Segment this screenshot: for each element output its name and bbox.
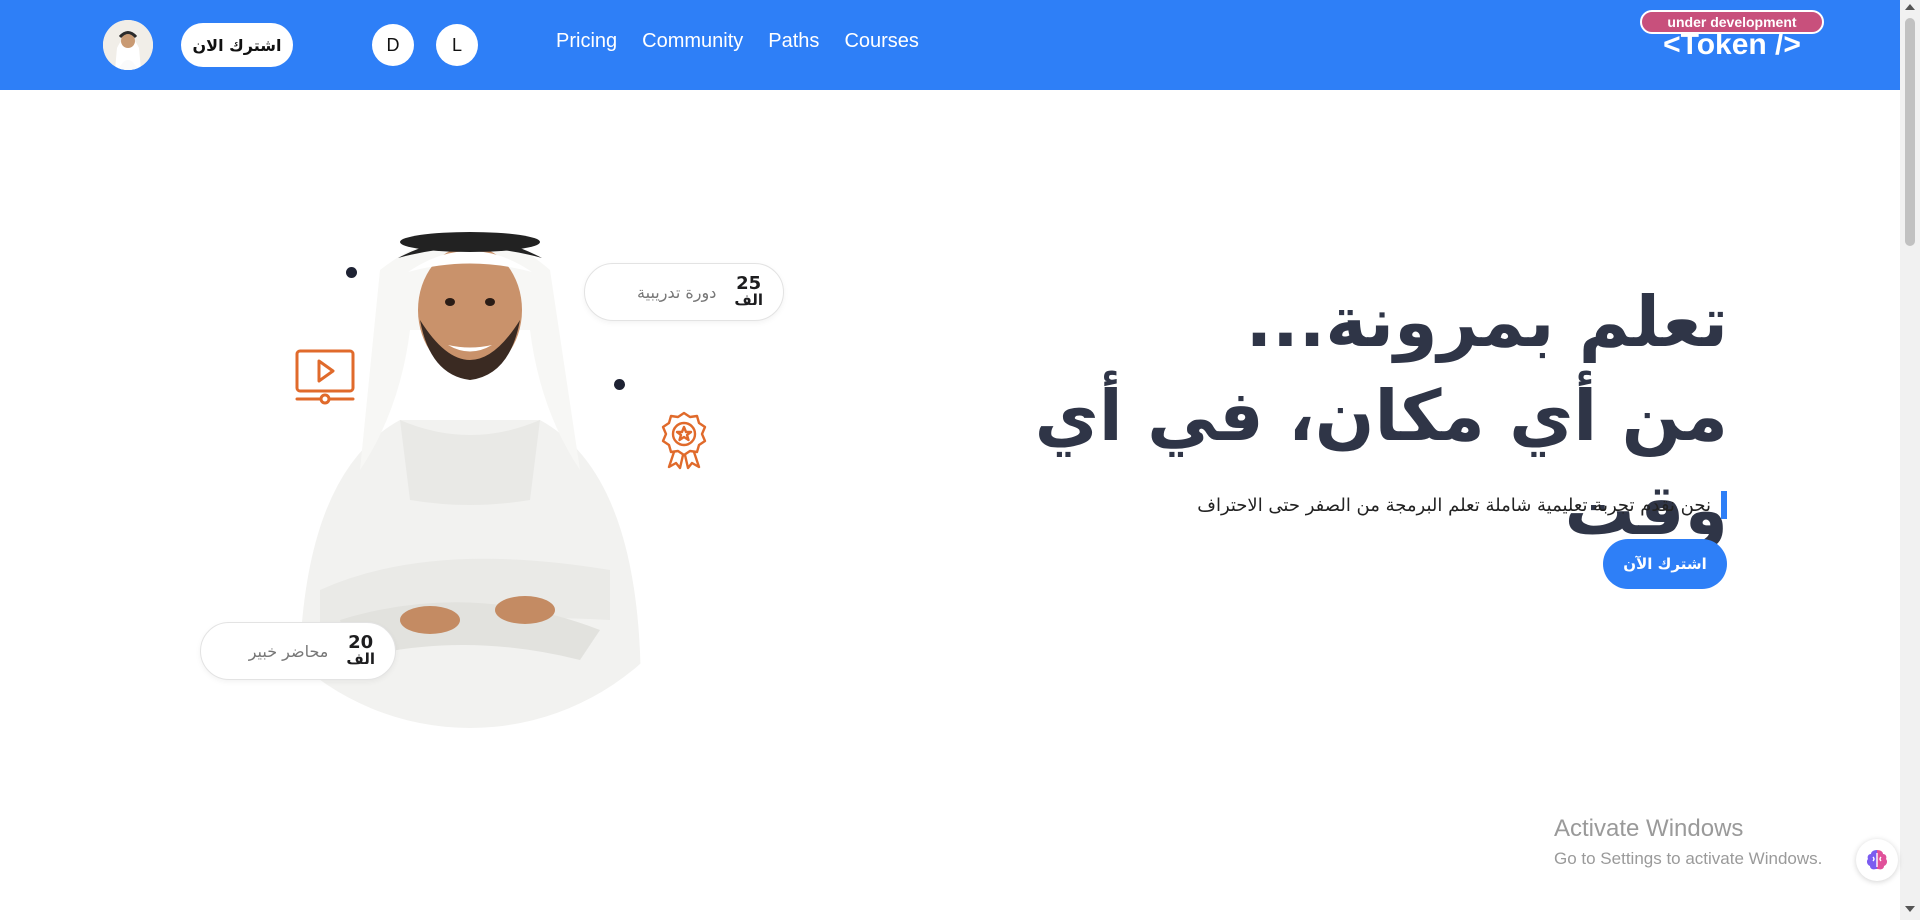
hero-title-line1: تعلم بمرونة... — [1245, 281, 1728, 363]
scroll-up-arrow[interactable] — [1905, 4, 1915, 10]
decor-dot — [614, 379, 625, 390]
nav-community[interactable]: Community — [642, 30, 743, 53]
user-avatar[interactable] — [103, 20, 153, 70]
light-mode-toggle[interactable]: L — [436, 24, 478, 66]
logo[interactable]: <Token /> — [1640, 28, 1824, 62]
navbar: اشترك الان D L Pricing Community Paths C… — [0, 0, 1900, 90]
award-badge-icon — [659, 410, 709, 474]
nav-pricing[interactable]: Pricing — [556, 30, 617, 53]
stat-card-courses: 25 الف دورة تدريبية — [584, 263, 784, 321]
activate-windows-title: Activate Windows — [1554, 815, 1744, 842]
stat-number-instructors: 20 الف — [346, 632, 375, 668]
stat-label-courses: دورة تدريبية — [637, 282, 717, 302]
decor-dot — [346, 267, 357, 278]
activate-windows-subtitle: Go to Settings to activate Windows. — [1554, 849, 1823, 868]
brand[interactable]: under development <Token /> — [1640, 8, 1824, 84]
nav-paths[interactable]: Paths — [768, 30, 819, 53]
hero-title-line2: من أي مكان، في أي وقت — [1034, 375, 1728, 551]
stat-label-instructors: محاضر خبير — [248, 641, 329, 661]
main-nav: Pricing Community Paths Courses — [556, 30, 919, 53]
video-play-icon — [293, 347, 357, 415]
brain-assistant-icon[interactable] — [1856, 839, 1898, 881]
hero-subtitle: نحن نقدم تجربة تعليمية شاملة تعلم البرمج… — [1000, 491, 1727, 519]
scroll-thumb[interactable] — [1905, 18, 1915, 246]
hero-subscribe-button[interactable]: اشترك الآن — [1603, 539, 1727, 589]
subtitle-accent-bar — [1721, 491, 1727, 519]
stat-number-courses: 25 الف — [734, 273, 763, 309]
subscribe-button[interactable]: اشترك الان — [181, 23, 293, 67]
nav-courses[interactable]: Courses — [844, 30, 918, 53]
stat-card-instructors: 20 الف محاضر خبير — [200, 622, 396, 680]
dark-mode-toggle[interactable]: D — [372, 24, 414, 66]
hero-subtitle-text: نحن نقدم تجربة تعليمية شاملة تعلم البرمج… — [1197, 494, 1711, 516]
scrollbar[interactable] — [1900, 0, 1920, 920]
scroll-down-arrow[interactable] — [1905, 906, 1915, 912]
page: اشترك الان D L Pricing Community Paths C… — [0, 0, 1920, 920]
